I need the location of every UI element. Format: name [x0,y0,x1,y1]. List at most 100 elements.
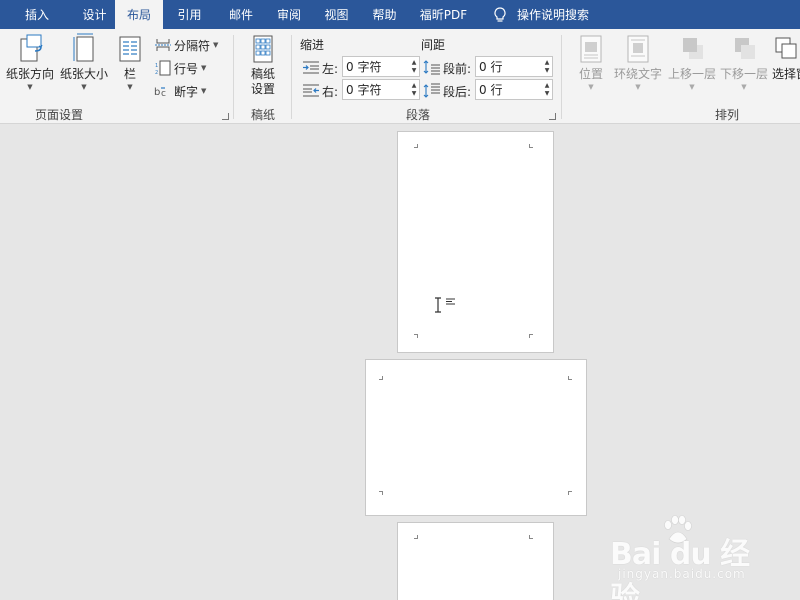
manuscript-group-label: 稿纸 [250,108,275,122]
send-backward-icon [735,38,755,59]
svg-text:2: 2 [155,70,158,76]
spacing-after-label: 段后: [443,85,472,99]
spinner-arrows-icon[interactable]: ▲ ▼ [542,57,552,76]
chevron-down-icon: ▼ [213,41,219,49]
crop-mark [568,491,572,495]
chevron-down-icon: ▼ [81,83,87,91]
tab-mailings[interactable]: 邮件 [216,0,266,29]
position-button[interactable]: 位置 ▼ [574,33,608,92]
watermark-url: jingyan.baidu.com [618,567,746,581]
breaks-label: 分隔符 [174,38,211,53]
crop-mark [529,334,533,338]
indent-right-field[interactable]: 0 字符 ▲ ▼ [342,79,420,100]
chevron-down-icon: ▼ [201,87,207,95]
bring-forward-icon [683,38,703,59]
tab-layout[interactable]: 布局 [115,0,163,29]
crop-mark [414,334,418,338]
line-numbers-button[interactable]: 1 2 行号 ▼ [154,58,206,78]
tab-view[interactable]: 视图 [312,0,361,29]
size-button[interactable]: 纸张大小 ▼ [58,33,110,92]
crop-mark [414,535,418,539]
svg-text:b: b [154,87,160,98]
crop-mark [568,376,572,380]
bring-forward-button[interactable]: 上移一层 ▼ [666,33,718,92]
chevron-down-icon: ▼ [588,83,594,91]
breaks-button[interactable]: 分隔符 ▼ [154,35,218,55]
selection-pane-button[interactable]: 选择窗 [772,33,800,82]
send-backward-button[interactable]: 下移一层 ▼ [718,33,770,92]
orientation-button[interactable]: 纸张方向 ▼ [4,33,56,92]
spacing-heading: 间距 [421,38,446,52]
wrap-text-label: 环绕文字 [613,67,662,81]
selection-pane-icon [775,37,797,59]
document-page[interactable] [397,522,554,600]
spacing-before-value: 0 行 [479,60,503,74]
indent-right-value: 0 字符 [346,83,382,97]
spacing-before-label: 段前: [443,62,472,76]
watermark-brand: Bai du 经验 [610,537,750,600]
send-backward-label: 下移一层 [719,67,768,81]
paragraph-group-label: 段落 [405,108,430,122]
paragraph-dialog-launcher-icon[interactable] [549,113,556,120]
tab-references[interactable]: 引用 [163,0,216,29]
orientation-label: 纸张方向 [5,67,54,81]
manuscript-label-line2: 设置 [250,82,275,96]
spinner-arrows-icon[interactable]: ▲ ▼ [409,57,419,76]
indent-right-label: 右: [322,85,339,99]
indent-left-field[interactable]: 0 字符 ▲ ▼ [342,56,420,77]
baidu-jingyan-watermark: Bai du 经验 jingyan.baidu.com [610,515,770,600]
columns-button[interactable]: 栏 ▼ [114,33,146,92]
crop-mark [529,144,533,148]
text-cursor-icon [435,297,441,313]
spacing-before-icon [423,60,440,75]
chevron-down-icon: ▼ [201,64,207,72]
group-divider [233,35,234,119]
crop-mark [379,491,383,495]
chevron-down-icon: ▼ [127,83,133,91]
ribbon-panel: 纸张方向 ▼ 纸张大小 ▼ 栏 ▼ 分隔符 ▼ 1 2 行号 ▼ b c 断字 … [0,29,800,124]
tab-design[interactable]: 设计 [74,0,115,29]
svg-text:1: 1 [155,63,158,69]
chevron-down-icon: ▼ [689,83,695,91]
tab-help[interactable]: 帮助 [361,0,408,29]
paragraph-align-icon [446,298,455,305]
indent-heading: 缩进 [300,38,325,52]
spacing-after-icon [423,83,440,98]
spacing-after-value: 0 行 [479,83,503,97]
breaks-icon [155,39,171,51]
selection-pane-label: 选择窗 [772,67,800,81]
manuscript-label-line1: 稿纸 [250,67,275,81]
spinner-arrows-icon[interactable]: ▲ ▼ [542,80,552,99]
document-page[interactable] [365,359,587,516]
tab-insert[interactable]: 插入 [0,0,74,29]
orientation-icon [20,34,43,62]
spinner-arrows-icon[interactable]: ▲ ▼ [409,80,419,99]
spacing-after-field[interactable]: 0 行 ▲ ▼ [475,79,553,100]
spacing-before-field[interactable]: 0 行 ▲ ▼ [475,56,553,77]
lightbulb-icon [494,6,506,22]
chevron-down-icon: ▼ [27,83,33,91]
document-page[interactable] [397,131,554,353]
hyphenation-button[interactable]: b c 断字 ▼ [154,81,206,101]
line-numbers-label: 行号 [174,61,199,76]
bring-forward-label: 上移一层 [667,67,716,81]
tab-review[interactable]: 审阅 [266,0,312,29]
crop-mark [379,376,383,380]
crop-mark [529,535,533,539]
chevron-down-icon: ▼ [635,83,641,91]
hyphenation-label: 断字 [174,84,199,99]
indent-left-icon [303,61,319,74]
indent-left-value: 0 字符 [346,60,382,74]
size-label: 纸张大小 [59,67,108,81]
arrange-group-label: 排列 [714,108,739,122]
tab-foxit-pdf[interactable]: 福昕PDF [408,0,479,29]
chevron-down-icon: ▼ [741,83,747,91]
columns-icon [119,36,141,62]
wrap-text-icon [627,35,649,63]
wrap-text-button[interactable]: 环绕文字 ▼ [612,33,664,92]
position-label: 位置 [578,67,603,81]
tell-me-search[interactable]: 操作说明搜索 [493,0,589,29]
manuscript-icon [253,35,273,63]
manuscript-settings-button[interactable]: 稿纸 设置 [244,33,282,97]
page-setup-dialog-launcher-icon[interactable] [222,113,229,120]
